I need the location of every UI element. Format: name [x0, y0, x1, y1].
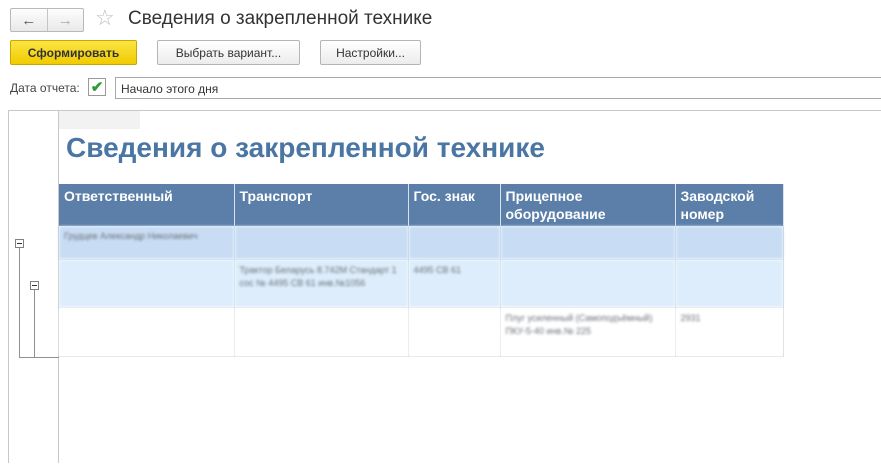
column-header-plate: Гос. знак	[408, 184, 501, 226]
column-header-trailer-equipment: Прицепное оборудование	[500, 184, 676, 226]
report-header-strip	[59, 111, 140, 129]
report-date-checkbox[interactable]: ✔	[88, 78, 106, 96]
table-cell[interactable]	[234, 226, 409, 260]
table-cell[interactable]: 4495 СВ 61	[408, 259, 501, 308]
table-cell[interactable]	[234, 307, 409, 357]
table-cell[interactable]	[59, 259, 235, 308]
table-cell[interactable]: Плуг усиленный (Самоподъёмный) ПКУ-5-40 …	[500, 307, 676, 357]
report-table: Ответственный Транспорт Гос. знак Прицеп…	[59, 184, 784, 357]
settings-button[interactable]: Настройки...	[320, 40, 421, 65]
collapse-subgroup-icon[interactable]	[30, 281, 39, 290]
table-cell[interactable]	[59, 307, 235, 357]
collapse-group-icon[interactable]	[15, 239, 24, 248]
window-title: Сведения о закрепленной технике	[128, 8, 433, 29]
column-header-responsible: Ответственный	[59, 184, 235, 226]
navigation-buttons: ← →	[10, 8, 84, 32]
table-cell[interactable]	[675, 226, 784, 260]
table-cell[interactable]	[408, 307, 501, 357]
report-title: Сведения о закрепленной технике	[66, 132, 545, 163]
table-row[interactable]: Грудцев Александр Николаевич	[59, 226, 784, 260]
tree-line	[19, 248, 20, 358]
report-date-field[interactable]: Начало этого дня	[115, 77, 881, 99]
table-cell[interactable]	[500, 226, 676, 260]
table-row[interactable]: Плуг усиленный (Самоподъёмный) ПКУ-5-40 …	[59, 307, 784, 357]
table-cell[interactable]: 2931	[675, 307, 784, 357]
column-header-serial-number: Заводской номер	[675, 184, 784, 226]
tree-line	[19, 357, 59, 358]
checkmark-icon: ✔	[90, 78, 104, 96]
back-arrow-icon[interactable]: ←	[11, 9, 47, 31]
choose-variant-button[interactable]: Выбрать вариант...	[157, 40, 300, 65]
generate-button[interactable]: Сформировать	[10, 40, 137, 65]
table-cell[interactable]	[500, 259, 676, 308]
table-cell[interactable]: Трактор Беларусь 8.742М Стандарт 1 сос №…	[234, 259, 409, 308]
report-date-label: Дата отчета:	[10, 81, 80, 95]
forward-arrow-icon[interactable]: →	[46, 9, 84, 31]
column-header-transport: Транспорт	[234, 184, 409, 226]
table-cell[interactable]: Грудцев Александр Николаевич	[59, 226, 235, 260]
tree-line	[34, 290, 35, 358]
table-cell[interactable]	[408, 226, 501, 260]
table-row[interactable]: Трактор Беларусь 8.742М Стандарт 1 сос №…	[59, 259, 784, 308]
report-left-border	[8, 110, 9, 463]
favorite-star-icon[interactable]: ☆	[95, 5, 115, 31]
table-cell[interactable]	[675, 259, 784, 308]
